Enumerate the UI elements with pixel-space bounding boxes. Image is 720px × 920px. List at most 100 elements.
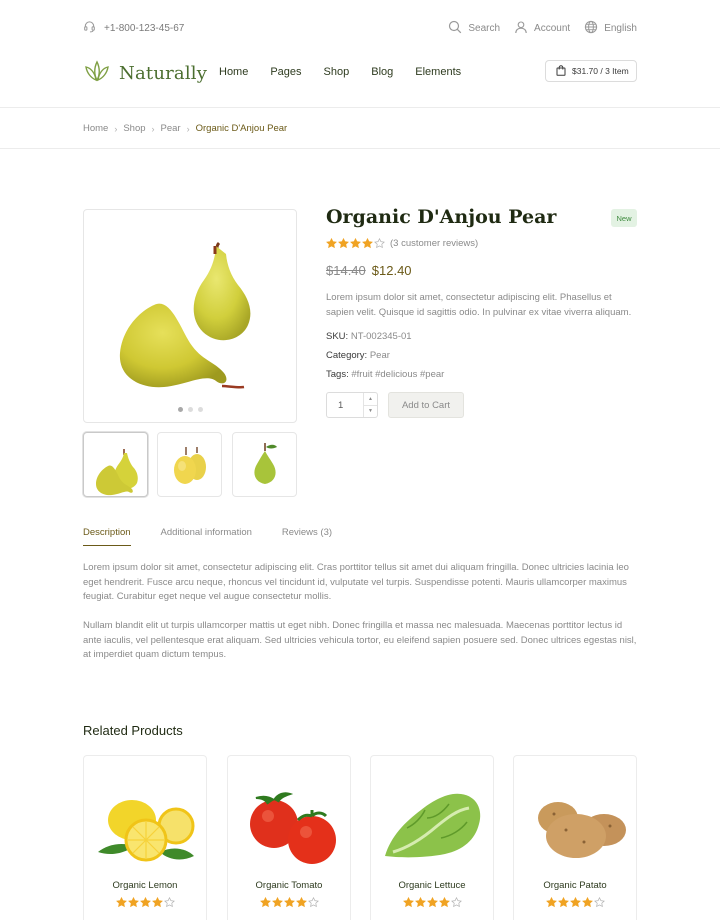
star-rating [228,897,350,908]
description-paragraph-1: Lorem ipsum dolor sit amet, consectetur … [83,562,629,602]
product-card-tomato[interactable]: Organic Tomato [227,755,351,920]
star-filled-icon [426,897,438,908]
logo-text: Naturally [119,63,208,84]
potato-image [538,802,626,858]
breadcrumb-current: Organic D'Anjou Pear [195,123,288,134]
thumbnail-1[interactable] [83,432,148,497]
breadcrumb-shop[interactable]: Shop [123,123,145,134]
product-card-potato[interactable]: Organic Patato [513,755,637,920]
leaf-logo-icon [83,60,111,87]
cart-button[interactable]: $31.70 / 3 Item [545,60,637,82]
pagination-dot[interactable] [177,407,183,412]
tab-additional-information[interactable]: Additional information [161,527,252,546]
site-logo[interactable]: Naturally [83,60,207,87]
star-empty-icon [374,238,385,249]
main-header: Naturally Home Pages Shop Blog Elements … [0,52,720,108]
category-link[interactable]: Pear [370,350,390,361]
headset-icon [83,20,96,36]
top-bar: +1-800-123-45-67 Search Account English [0,0,720,52]
product-price: $14.40 $12.40 [326,263,412,278]
star-filled-icon [581,897,593,908]
language-selector[interactable]: English [584,20,637,37]
sku-value: NT-002345-01 [350,331,412,342]
phone-contact[interactable]: +1-800-123-45-67 [83,20,184,36]
account-link[interactable]: Account [514,20,570,37]
image-pagination [84,407,296,412]
star-filled-icon [569,897,581,908]
category-row: Category: Pear [326,350,390,361]
product-card-lettuce[interactable]: Organic Lettuce [370,755,494,920]
account-label: Account [534,23,571,34]
lemon-image [98,800,195,862]
star-filled-icon [338,238,349,249]
pagination-dot[interactable] [187,407,193,412]
product-card-name[interactable]: Organic Patato [514,880,636,891]
star-filled-icon [438,897,450,908]
star-filled-icon [362,238,373,249]
tab-reviews[interactable]: Reviews (3) [282,527,332,546]
chevron-right-icon: › [151,123,155,134]
product-card-lemon[interactable]: Organic Lemon [83,755,207,920]
star-filled-icon [326,238,337,249]
star-empty-icon [307,897,319,908]
product-card-name[interactable]: Organic Lettuce [371,880,493,891]
nav-blog[interactable]: Blog [371,66,393,78]
product-main-image[interactable] [83,209,297,423]
sale-price: $12.40 [371,263,412,278]
thumbnail-2[interactable] [157,432,222,497]
lettuce-image [385,793,481,858]
product-card-name[interactable]: Organic Lemon [84,880,206,891]
pear-thumbnail-image [174,447,206,484]
product-card-name[interactable]: Organic Tomato [228,880,350,891]
star-filled-icon [115,897,127,908]
search-link[interactable]: Search [448,20,500,37]
new-badge: New [611,209,637,227]
pear-thumbnail-image [96,449,138,496]
breadcrumb-home[interactable]: Home [83,123,108,134]
tags-label: Tags: [326,369,349,380]
sku-row: SKU: NT-002345-01 [326,331,412,342]
add-to-cart-button[interactable]: Add to Cart [388,392,464,418]
star-filled-icon [151,897,163,908]
star-filled-icon [545,897,557,908]
reviews-link[interactable]: (3 customer reviews) [390,238,478,249]
decrement-arrow-icon[interactable]: ▼ [364,406,377,418]
nav-home[interactable]: Home [219,66,248,78]
nav-shop[interactable]: Shop [324,66,350,78]
tags-row: Tags: #fruit #delicious #pear [326,369,444,380]
product-rating: (3 customer reviews) [326,238,478,249]
star-empty-icon [163,897,175,908]
chevron-right-icon: › [114,123,118,134]
cart-summary: $31.70 / 3 Item [572,66,629,76]
star-filled-icon [127,897,139,908]
tab-description[interactable]: Description [83,527,131,546]
star-empty-icon [450,897,462,908]
star-filled-icon [295,897,307,908]
old-price: $14.40 [326,263,366,278]
chevron-right-icon: › [186,123,190,134]
tomato-image [250,792,336,864]
search-icon [448,20,462,37]
shopping-bag-icon [556,64,566,78]
description-paragraph-2: Nullam blandit elit ut turpis ullamcorpe… [83,620,637,660]
nav-elements[interactable]: Elements [415,66,461,78]
breadcrumb-bar: Home › Shop › Pear › Organic D'Anjou Pea… [0,109,720,149]
pagination-dot[interactable] [197,407,203,412]
product-tabs: Description Additional information Revie… [83,527,332,546]
related-products-title: Related Products [83,723,183,738]
star-filled-icon [402,897,414,908]
pear-thumbnail-image [254,443,277,484]
star-filled-icon [283,897,295,908]
star-filled-icon [271,897,283,908]
star-filled-icon [557,897,569,908]
nav-pages[interactable]: Pages [270,66,301,78]
thumbnail-3[interactable] [232,432,297,497]
breadcrumb-pear[interactable]: Pear [161,123,181,134]
star-filled-icon [139,897,151,908]
product-title: Organic D'Anjou Pear [326,206,557,228]
phone-number: +1-800-123-45-67 [104,22,185,34]
quantity-input[interactable]: 1 [327,393,363,417]
increment-arrow-icon[interactable]: ▲ [364,393,377,406]
tags-links[interactable]: #fruit #delicious #pear [351,369,444,380]
quantity-stepper[interactable]: 1 ▲ ▼ [326,392,378,418]
